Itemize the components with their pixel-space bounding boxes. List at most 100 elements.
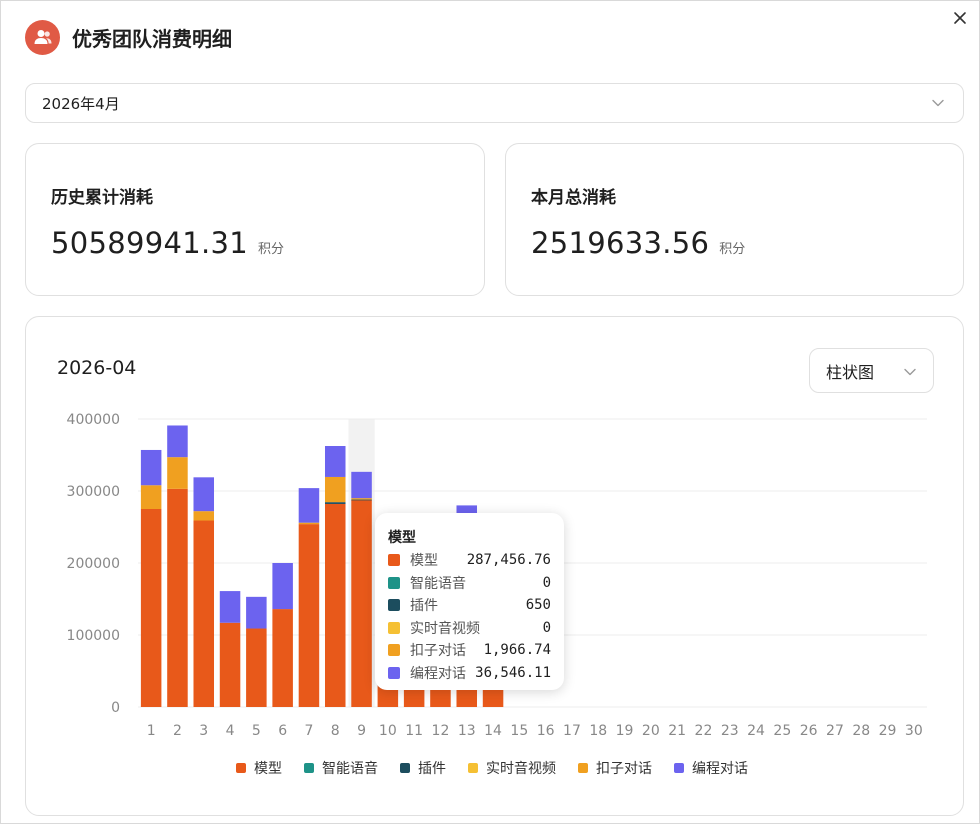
bar-segment [324,446,346,477]
legend-item[interactable]: 实时音视频 [468,758,556,778]
x-tick-label: 18 [589,723,607,739]
bar-segment [219,591,241,623]
chart-title: 2026-04 [57,357,137,379]
bar-segment [298,524,320,707]
tooltip-series-value: 650 [525,597,551,614]
bar-segment [193,511,215,521]
bar-segment [246,596,267,629]
month-total-card: 本月总消耗 2519633.56 积分 [505,143,964,296]
bar-segment [324,476,346,503]
bar-segment [167,457,188,489]
team-users-icon [25,19,60,55]
x-tick-label: 21 [668,723,686,739]
history-total-label: 历史累计消耗 [51,188,153,208]
tooltip-row: 实时音视频 0 [388,617,551,640]
legend-item[interactable]: 扣子对话 [578,758,652,778]
chart-legend: 模型 智能语音 插件 实时音视频 扣子对话 编程对话 [236,758,770,778]
bar-segment [140,485,162,509]
y-tick-label: 300000 [67,484,120,500]
dialog-header: 优秀团队消费明细 [25,19,232,55]
tooltip-series-value: 287,456.76 [466,552,551,569]
x-tick-label: 19 [616,723,634,739]
legend-label: 编程对话 [692,761,748,777]
bar-segment [246,628,267,707]
x-tick-label: 12 [432,723,450,739]
legend-item[interactable]: 编程对话 [674,758,748,778]
bar-segment [324,502,346,504]
y-tick-label: 200000 [67,556,120,572]
bar-segment [140,449,162,486]
chevron-down-icon [931,96,945,114]
legend-item[interactable]: 模型 [236,758,282,778]
chart-type-select[interactable]: 柱状图 [809,348,934,393]
x-tick-label: 2 [173,723,182,739]
bar-segment [167,488,188,707]
x-tick-label: 11 [405,723,423,739]
month-select[interactable]: 2026年4月 [25,83,964,123]
bar-segment [298,522,320,525]
tooltip-title: 模型 [388,530,416,546]
legend-label: 模型 [254,761,282,777]
history-total-unit: 积分 [258,242,285,257]
tooltip-row: 模型 287,456.76 [388,549,551,572]
bar-segment [219,622,241,707]
y-tick-label: 100000 [67,628,120,644]
x-tick-label: 20 [642,723,660,739]
x-tick-label: 1 [147,723,156,739]
legend-swatch [304,763,314,773]
x-tick-label: 14 [484,723,502,739]
tooltip-series-name: 实时音视频 [410,620,480,637]
bar-segment [351,498,372,500]
legend-swatch [236,763,246,773]
series-swatch [388,644,400,657]
month-total-label: 本月总消耗 [531,188,616,208]
x-tick-label: 30 [905,723,923,739]
legend-swatch [674,763,684,773]
bar-segment [272,563,293,610]
x-tick-label: 22 [695,723,713,739]
chart-card: 0 100000 200000 300000 400000 1 2 3 4 5 6 7 8 9 10 11 12… [25,316,964,816]
x-tick-label: 16 [537,723,555,739]
series-swatch [388,599,400,612]
dialog-title: 优秀团队消费明细 [72,26,232,51]
legend-swatch [400,763,410,773]
tooltip-series-value: 0 [542,619,551,636]
legend-swatch [578,763,588,773]
history-total-value: 50589941.31 [51,226,249,260]
bar-segment [272,609,293,707]
bar-segment [351,499,372,501]
tooltip-series-name: 扣子对话 [410,643,466,660]
x-tick-label: 7 [304,723,313,739]
tooltip-series-name: 模型 [410,553,438,570]
bar-segment [351,471,372,499]
legend-item[interactable]: 智能语音 [304,758,378,778]
x-tick-label: 6 [278,723,287,739]
series-swatch [388,554,400,567]
legend-item[interactable]: 插件 [400,758,446,778]
x-tick-label: 24 [747,723,765,739]
x-tick-label: 13 [458,723,476,739]
legend-label: 扣子对话 [596,761,652,777]
x-tick-label: 25 [773,723,791,739]
x-tick-label: 26 [800,723,818,739]
series-swatch [388,666,400,679]
bar-segment [193,477,215,512]
legend-label: 实时音视频 [486,761,556,777]
month-total-value: 2519633.56 [531,226,710,260]
tooltip-series-name: 编程对话 [410,665,466,682]
legend-label: 智能语音 [322,761,378,777]
tooltip-row: 智能语音 0 [388,572,551,595]
x-tick-label: 9 [357,723,366,739]
x-tick-label: 3 [199,723,208,739]
history-total-card: 历史累计消耗 50589941.31 积分 [25,143,485,296]
chart-tooltip: 模型 模型 287,456.76 智能语音 0 插件 650 实时音视频 0 扣子对话 1,966… [375,513,564,690]
legend-swatch [468,763,478,773]
y-tick-label: 400000 [67,412,120,428]
tooltip-series-name: 智能语音 [410,575,466,592]
bar-segment [351,500,372,707]
x-tick-label: 10 [379,723,397,739]
tooltip-row: 扣子对话 1,966.74 [388,639,551,662]
x-tick-label: 5 [252,723,261,739]
close-icon[interactable] [949,7,971,29]
x-tick-label: 27 [826,723,844,739]
